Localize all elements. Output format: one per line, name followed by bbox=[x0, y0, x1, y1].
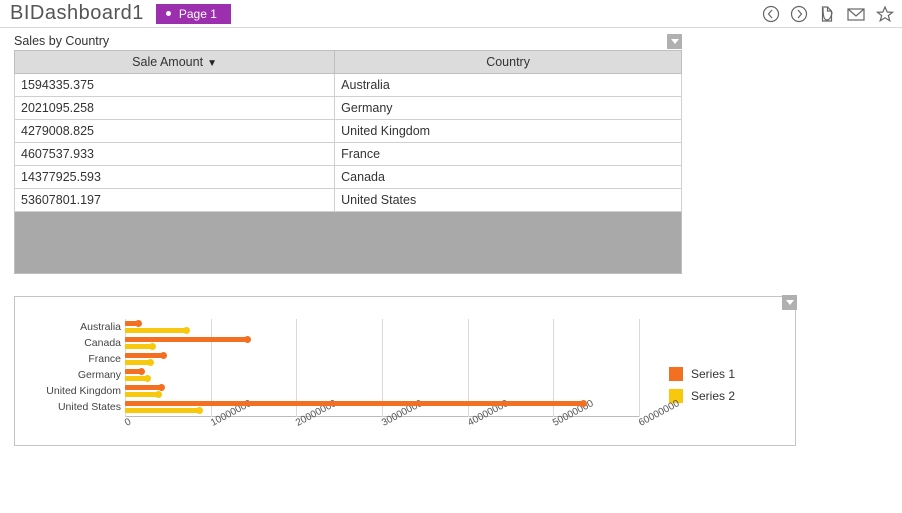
chart-row: Australia bbox=[29, 319, 639, 335]
cell-amount: 4607537.933 bbox=[15, 143, 335, 166]
y-tick-label: Australia bbox=[29, 319, 121, 335]
col-header-country[interactable]: Country bbox=[335, 51, 682, 74]
table-row[interactable]: 14377925.593Canada bbox=[15, 166, 682, 189]
dashboard-title: BIDashboard1 bbox=[10, 2, 144, 25]
table-widget: Sales by Country Sale Amount▼ Country 15… bbox=[14, 34, 682, 274]
y-tick-label: United Kingdom bbox=[29, 383, 121, 399]
cell-country: Canada bbox=[335, 166, 682, 189]
y-tick-label: Germany bbox=[29, 367, 121, 383]
chart-row: Canada bbox=[29, 335, 639, 351]
mail-icon[interactable] bbox=[846, 5, 866, 23]
y-tick-label: France bbox=[29, 351, 121, 367]
chart-bar[interactable] bbox=[125, 401, 584, 406]
legend-swatch-icon bbox=[669, 367, 683, 381]
sales-table: Sale Amount▼ Country 1594335.375Australi… bbox=[14, 50, 682, 212]
y-tick-label: United States bbox=[29, 399, 121, 415]
cell-country: Germany bbox=[335, 97, 682, 120]
chart-bar[interactable] bbox=[125, 328, 187, 333]
chart-bar[interactable] bbox=[125, 321, 139, 326]
cell-country: Australia bbox=[335, 74, 682, 97]
cell-amount: 53607801.197 bbox=[15, 189, 335, 212]
table-row[interactable]: 4607537.933France bbox=[15, 143, 682, 166]
table-row[interactable]: 53607801.197United States bbox=[15, 189, 682, 212]
tab-page1[interactable]: Page 1 bbox=[156, 4, 231, 24]
cell-amount: 4279008.825 bbox=[15, 120, 335, 143]
table-title: Sales by Country bbox=[14, 34, 682, 48]
topbar: BIDashboard1 Page 1 bbox=[0, 0, 902, 28]
chart-widget-menu-icon[interactable] bbox=[782, 295, 797, 310]
cell-amount: 1594335.375 bbox=[15, 74, 335, 97]
chart-bar[interactable] bbox=[125, 392, 159, 397]
y-tick-label: Canada bbox=[29, 335, 121, 351]
forward-icon[interactable] bbox=[790, 5, 808, 23]
chart-bar[interactable] bbox=[125, 344, 153, 349]
chart-bar[interactable] bbox=[125, 369, 142, 374]
table-row[interactable]: 4279008.825United Kingdom bbox=[15, 120, 682, 143]
chart-row: United States bbox=[29, 399, 639, 415]
chart-gridline bbox=[639, 319, 640, 417]
chart-bar[interactable] bbox=[125, 408, 200, 413]
legend-item-series2[interactable]: Series 2 bbox=[669, 389, 735, 403]
cell-country: United Kingdom bbox=[335, 120, 682, 143]
table-widget-menu-icon[interactable] bbox=[667, 34, 682, 49]
chart-row: France bbox=[29, 351, 639, 367]
legend-item-series1[interactable]: Series 1 bbox=[669, 367, 735, 381]
table-empty-area bbox=[14, 212, 682, 274]
legend-label: Series 2 bbox=[691, 389, 735, 403]
table-row[interactable]: 1594335.375Australia bbox=[15, 74, 682, 97]
x-tick-label: 60000000 bbox=[637, 398, 681, 429]
chart-widget: 0100000002000000030000000400000005000000… bbox=[14, 296, 796, 446]
cell-country: France bbox=[335, 143, 682, 166]
x-tick-label: 0 bbox=[123, 416, 133, 428]
chart-bar[interactable] bbox=[125, 353, 164, 358]
back-icon[interactable] bbox=[762, 5, 780, 23]
cell-country: United States bbox=[335, 189, 682, 212]
pdf-icon[interactable] bbox=[818, 5, 836, 23]
col-header-sale-amount[interactable]: Sale Amount▼ bbox=[15, 51, 335, 74]
chart-plot[interactable]: 0100000002000000030000000400000005000000… bbox=[29, 319, 639, 439]
star-icon[interactable] bbox=[876, 5, 894, 23]
table-row[interactable]: 2021095.258Germany bbox=[15, 97, 682, 120]
chart-row: United Kingdom bbox=[29, 383, 639, 399]
sort-desc-icon: ▼ bbox=[207, 58, 217, 69]
legend-label: Series 1 bbox=[691, 367, 735, 381]
chart-row: Germany bbox=[29, 367, 639, 383]
cell-amount: 14377925.593 bbox=[15, 166, 335, 189]
chart-bar[interactable] bbox=[125, 337, 248, 342]
chart-bar[interactable] bbox=[125, 385, 162, 390]
chart-bar[interactable] bbox=[125, 360, 151, 365]
tab-modified-dot-icon bbox=[166, 11, 171, 16]
cell-amount: 2021095.258 bbox=[15, 97, 335, 120]
chart-bar[interactable] bbox=[125, 376, 148, 381]
tab-label: Page 1 bbox=[179, 7, 217, 21]
